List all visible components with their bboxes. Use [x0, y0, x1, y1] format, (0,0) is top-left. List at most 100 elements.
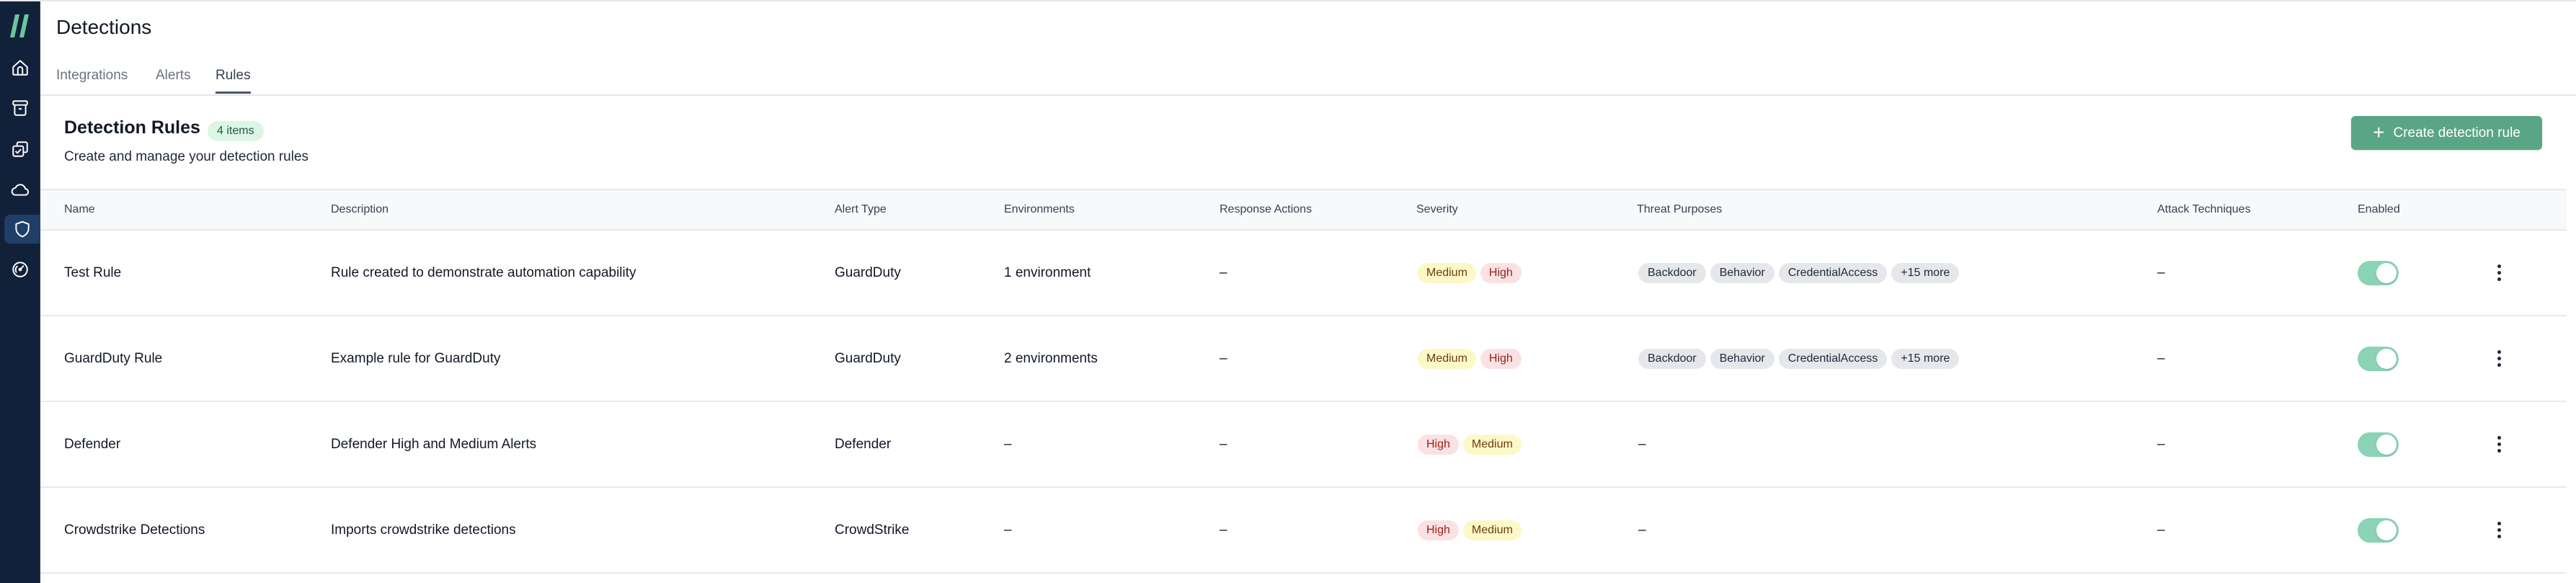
top-border — [0, 0, 2576, 1]
rule-description: Rule created to demonstrate automation c… — [331, 264, 636, 280]
threat-purpose-pills: – — [1638, 402, 1646, 486]
app-logo-icon[interactable] — [9, 13, 32, 39]
severity-pill-high: High — [1418, 434, 1459, 455]
table-row[interactable]: GuardDuty Rule Example rule for GuardDut… — [40, 316, 2567, 402]
rule-response-actions: – — [1220, 350, 1227, 366]
stacked-checkbox-icon — [12, 141, 28, 157]
home-icon — [12, 60, 28, 76]
detection-rules-table: Name Description Alert Type Environments… — [40, 189, 2567, 574]
sidebar-item-tasks[interactable] — [6, 135, 35, 164]
table-header: Name Description Alert Type Environments… — [40, 189, 2567, 231]
rule-attack-techniques: – — [2157, 522, 2165, 538]
more-actions-kebab-icon[interactable] — [2492, 348, 2506, 370]
threat-purpose-pills: Backdoor Behavior CredentialAccess +15 more — [1638, 231, 1963, 315]
rule-name[interactable]: Defender — [64, 437, 120, 453]
section-subtitle: Create and manage your detection rules — [64, 149, 309, 164]
severity-pill-medium: Medium — [1418, 348, 1476, 369]
severity-pill-high: High — [1480, 262, 1522, 283]
column-header-alert-type[interactable]: Alert Type — [835, 203, 887, 216]
gauge-icon — [12, 262, 28, 277]
enabled-toggle[interactable] — [2358, 260, 2399, 285]
rule-attack-techniques: – — [2157, 350, 2165, 366]
severity-pills: Medium High — [1418, 231, 1526, 315]
item-count-badge: 4 items — [208, 121, 264, 141]
rule-environments: 2 environments — [1004, 350, 1098, 366]
enabled-toggle[interactable] — [2358, 432, 2399, 457]
toggle-knob — [2376, 348, 2397, 369]
threat-purpose-pill: Backdoor — [1638, 262, 1706, 283]
threat-purpose-pill: CredentialAccess — [1778, 262, 1888, 283]
rule-name[interactable]: Crowdstrike Detections — [64, 522, 205, 538]
shield-icon — [15, 221, 30, 238]
threat-purpose-pill: CredentialAccess — [1778, 348, 1888, 369]
archive-icon — [12, 100, 28, 116]
column-header-environments[interactable]: Environments — [1004, 203, 1075, 216]
table-body: Test Rule Rule created to demonstrate au… — [40, 231, 2567, 574]
sidebar-item-home[interactable] — [6, 53, 35, 82]
rule-alert-type: GuardDuty — [835, 264, 901, 280]
rule-environments: 1 environment — [1004, 264, 1091, 280]
toggle-knob — [2376, 262, 2397, 283]
more-actions-kebab-icon[interactable] — [2492, 434, 2506, 455]
table-row[interactable]: Test Rule Rule created to demonstrate au… — [40, 231, 2567, 316]
more-threat-purposes-pill[interactable]: +15 more — [1891, 262, 1960, 283]
toggle-knob — [2376, 520, 2397, 540]
rule-alert-type: GuardDuty — [835, 350, 901, 366]
column-header-enabled[interactable]: Enabled — [2358, 203, 2400, 216]
threat-purposes-empty: – — [1638, 436, 1646, 452]
rule-description: Imports crowdstrike detections — [331, 522, 516, 538]
threat-purposes-empty: – — [1638, 522, 1646, 538]
severity-pills: High Medium — [1418, 488, 1526, 572]
severity-pill-medium: Medium — [1462, 520, 1522, 540]
column-header-description[interactable]: Description — [331, 203, 388, 216]
threat-purpose-pill: Behavior — [1710, 348, 1775, 369]
rule-name[interactable]: Test Rule — [64, 265, 121, 281]
sidebar — [0, 1, 40, 583]
severity-pill-high: High — [1418, 520, 1459, 540]
create-detection-rule-label: Create detection rule — [2393, 125, 2521, 141]
table-row[interactable]: Defender Defender High and Medium Alerts… — [40, 402, 2567, 488]
column-header-response-actions[interactable]: Response Actions — [1220, 203, 1312, 216]
plus-icon: + — [2373, 120, 2385, 143]
sidebar-item-archive[interactable] — [6, 94, 35, 123]
rule-description: Defender High and Medium Alerts — [331, 436, 537, 452]
table-row[interactable]: Crowdstrike Detections Imports crowdstri… — [40, 488, 2567, 574]
column-header-severity[interactable]: Severity — [1416, 203, 1458, 216]
rule-name[interactable]: GuardDuty Rule — [64, 351, 162, 367]
column-header-attack-techniques[interactable]: Attack Techniques — [2157, 203, 2251, 216]
tab-alerts[interactable]: Alerts — [156, 68, 191, 92]
rule-environments: – — [1004, 522, 1012, 538]
column-header-threat-purposes[interactable]: Threat Purposes — [1637, 203, 1722, 216]
severity-pill-medium: Medium — [1418, 262, 1476, 283]
enabled-toggle[interactable] — [2358, 346, 2399, 371]
severity-pill-high: High — [1480, 348, 1522, 369]
sidebar-item-detections[interactable] — [4, 215, 40, 244]
threat-purpose-pills: Backdoor Behavior CredentialAccess +15 more — [1638, 316, 1963, 401]
enabled-toggle[interactable] — [2358, 517, 2399, 543]
cloud-icon — [11, 184, 30, 196]
more-actions-kebab-icon[interactable] — [2492, 262, 2506, 284]
severity-pills: Medium High — [1418, 316, 1526, 401]
rule-alert-type: CrowdStrike — [835, 522, 910, 538]
sidebar-item-cloud[interactable] — [6, 175, 35, 204]
more-threat-purposes-pill[interactable]: +15 more — [1891, 348, 1960, 369]
rule-environments: – — [1004, 436, 1012, 452]
rule-description: Example rule for GuardDuty — [331, 350, 501, 366]
rule-attack-techniques: – — [2157, 264, 2165, 280]
column-header-name[interactable]: Name — [64, 203, 95, 216]
create-detection-rule-button[interactable]: + Create detection rule — [2351, 116, 2542, 150]
toggle-knob — [2376, 434, 2397, 455]
threat-purpose-pill: Backdoor — [1638, 348, 1706, 369]
rule-alert-type: Defender — [835, 436, 892, 452]
tab-integrations[interactable]: Integrations — [56, 68, 128, 92]
sidebar-item-dashboard[interactable] — [6, 255, 35, 284]
more-actions-kebab-icon[interactable] — [2492, 520, 2506, 541]
page-title: Detections — [56, 16, 152, 38]
section-title: Detection Rules — [64, 117, 200, 138]
rule-attack-techniques: – — [2157, 436, 2165, 452]
tab-bar: Integrations Alerts Rules — [40, 65, 2576, 96]
tab-rules[interactable]: Rules — [216, 68, 251, 94]
threat-purpose-pills: – — [1638, 488, 1646, 572]
rule-response-actions: – — [1220, 436, 1227, 452]
threat-purpose-pill: Behavior — [1710, 262, 1775, 283]
